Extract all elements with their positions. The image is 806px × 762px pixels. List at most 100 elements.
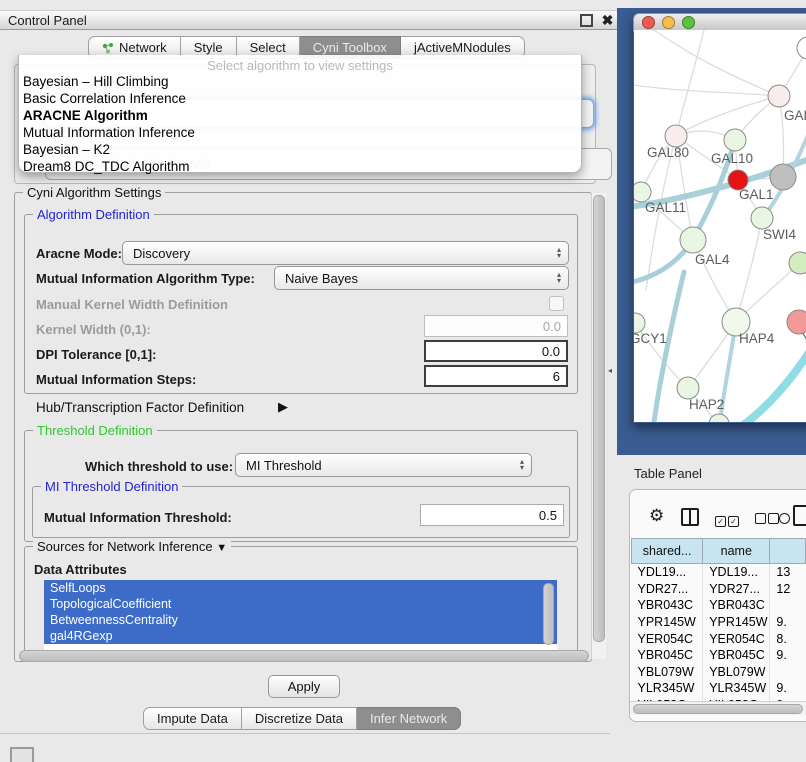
settings-hscrollbar[interactable] bbox=[18, 649, 592, 662]
minimize-traffic-light[interactable] bbox=[662, 16, 675, 29]
network-edge[interactable] bbox=[654, 30, 779, 96]
network-node-hap2[interactable] bbox=[677, 377, 699, 399]
data-attributes-list[interactable]: SelfLoopsTopologicalCoefficientBetweenne… bbox=[44, 580, 557, 650]
table-cell[interactable]: YBR043C bbox=[632, 597, 703, 614]
apply-button[interactable]: Apply bbox=[268, 675, 340, 698]
table-cell[interactable]: YBL079W bbox=[703, 664, 770, 681]
network-node-gal11[interactable] bbox=[634, 182, 651, 202]
network-edge[interactable] bbox=[736, 218, 762, 322]
zoom-traffic-light[interactable] bbox=[682, 16, 695, 29]
settings-hscrollbar-thumb[interactable] bbox=[19, 650, 589, 662]
table-row[interactable]: YPR145WYPR145W9. bbox=[632, 614, 806, 631]
network-node-gal4[interactable] bbox=[680, 227, 706, 253]
settings-scrollbar[interactable] bbox=[591, 193, 606, 659]
column-header-name[interactable]: name bbox=[703, 539, 770, 564]
bottom-tab-discretize-data[interactable]: Discretize Data bbox=[242, 707, 357, 730]
table-cell[interactable]: YDR27... bbox=[632, 581, 703, 598]
expand-right-icon[interactable]: ▶ bbox=[278, 399, 288, 415]
network-node-gal[interactable] bbox=[768, 85, 790, 107]
dropdown-item-aracne-algorithm[interactable]: ARACNE Algorithm bbox=[19, 107, 581, 124]
table-cell[interactable]: YLR345W bbox=[632, 680, 703, 697]
table-cell[interactable]: YPR145W bbox=[632, 614, 703, 631]
network-node[interactable] bbox=[789, 252, 806, 274]
column-header-shared...[interactable]: shared... bbox=[632, 539, 703, 564]
table-cell[interactable]: YDL19... bbox=[703, 564, 770, 581]
close-window-button[interactable]: ✖ bbox=[601, 14, 614, 27]
table-cell[interactable]: 9. bbox=[770, 614, 806, 631]
document-icon[interactable] bbox=[793, 505, 806, 526]
bottom-tab-impute-data[interactable]: Impute Data bbox=[143, 707, 242, 730]
which-threshold-combobox[interactable]: MI Threshold ▴▾ bbox=[235, 453, 532, 477]
table-cell[interactable]: YBR043C bbox=[703, 597, 770, 614]
table-row[interactable]: YBR045CYBR045C9. bbox=[632, 647, 806, 664]
table-hscrollbar-thumb[interactable] bbox=[633, 704, 803, 714]
close-traffic-light[interactable] bbox=[642, 16, 655, 29]
node-label-gal80: GAL80 bbox=[647, 145, 689, 160]
settings-scrollbar-thumb[interactable] bbox=[593, 195, 605, 642]
table-cell[interactable]: 9. bbox=[770, 680, 806, 697]
mi-threshold-input[interactable] bbox=[420, 504, 564, 526]
table-cell[interactable]: YBR045C bbox=[703, 647, 770, 664]
attribute-item-selfloops[interactable]: SelfLoops bbox=[44, 580, 557, 596]
dropdown-item-bayesian-k2[interactable]: Bayesian – K2 bbox=[19, 141, 581, 158]
circle-icon[interactable] bbox=[779, 512, 790, 527]
splitter-handle-icon[interactable]: ◂ bbox=[608, 366, 612, 375]
network-node-gcy1[interactable] bbox=[634, 313, 645, 333]
table-cell[interactable]: YBL079W bbox=[632, 664, 703, 681]
table-cell[interactable]: 13 bbox=[770, 564, 806, 581]
table-cell[interactable]: YPR145W bbox=[703, 614, 770, 631]
dropdown-item-basic-correlation-inference[interactable]: Basic Correlation Inference bbox=[19, 90, 581, 107]
network-edge[interactable] bbox=[676, 30, 704, 136]
dropdown-item-mutual-information-inference[interactable]: Mutual Information Inference bbox=[19, 124, 581, 141]
network-node[interactable] bbox=[797, 37, 806, 59]
expand-down-icon[interactable]: ▼ bbox=[216, 542, 227, 554]
network-node-gal80[interactable] bbox=[665, 125, 687, 147]
table-row[interactable]: YER054CYER054C8. bbox=[632, 630, 806, 647]
attribute-item-gal4rgexp[interactable]: gal4RGexp bbox=[44, 628, 557, 644]
network-edge-highlighted[interactable] bbox=[726, 348, 806, 422]
table-cell[interactable]: YER054C bbox=[632, 630, 703, 647]
table-hscrollbar[interactable] bbox=[630, 701, 806, 715]
aracne-mode-combobox[interactable]: Discovery ▴▾ bbox=[122, 241, 569, 265]
table-row[interactable]: YBL079WYBL079W bbox=[632, 664, 806, 681]
float-window-button[interactable] bbox=[580, 14, 593, 27]
table-cell[interactable]: 9. bbox=[770, 647, 806, 664]
network-view-canvas[interactable]: GALGAL80GAL10GAL1GAL11SWI4GAL4GCY1HAP4YH… bbox=[634, 30, 806, 422]
bottom-tab-infer-network[interactable]: Infer Network bbox=[357, 707, 461, 730]
dpi-tolerance-input[interactable] bbox=[424, 340, 568, 362]
manual-kernel-checkbox[interactable] bbox=[549, 296, 564, 311]
network-edge-highlighted[interactable] bbox=[654, 272, 684, 422]
dropdown-item-bayesian-hill-climbing[interactable]: Bayesian – Hill Climbing bbox=[19, 73, 581, 90]
network-node-swi4[interactable] bbox=[751, 207, 773, 229]
table-cell[interactable]: 12 bbox=[770, 581, 806, 598]
table-row[interactable]: YBR043CYBR043C bbox=[632, 597, 806, 614]
table-cell[interactable]: YBR045C bbox=[632, 647, 703, 664]
attributes-list-scrollbar[interactable] bbox=[543, 582, 554, 646]
dropdown-item-dream8-dc-tdc-algorithm[interactable]: Dream8 DC_TDC Algorithm bbox=[19, 158, 581, 175]
network-node-gal10[interactable] bbox=[724, 129, 746, 151]
table-cell[interactable]: YDL19... bbox=[632, 564, 703, 581]
attribute-item-betweennesscentrality[interactable]: BetweennessCentrality bbox=[44, 612, 557, 628]
table-cell[interactable]: 8. bbox=[770, 630, 806, 647]
column-header-hidden[interactable] bbox=[770, 539, 806, 564]
mi-steps-input[interactable] bbox=[424, 365, 568, 387]
collapsed-panel-icon[interactable] bbox=[10, 747, 34, 762]
gear-icon[interactable]: ⚙ bbox=[649, 506, 664, 526]
columns-icon[interactable] bbox=[681, 508, 699, 526]
table-row[interactable]: YDR27...YDR27...12 bbox=[632, 581, 806, 598]
network-edge[interactable] bbox=[676, 96, 779, 136]
select-checkboxes-icon[interactable]: ✓✓ bbox=[715, 512, 741, 527]
deselect-checkboxes-icon[interactable] bbox=[755, 512, 781, 527]
table-row[interactable]: YLR345WYLR345W9. bbox=[632, 680, 806, 697]
table-cell[interactable] bbox=[770, 664, 806, 681]
table-row[interactable]: YDL19...YDL19...13 bbox=[632, 564, 806, 581]
table-cell[interactable]: YDR27... bbox=[703, 581, 770, 598]
network-node[interactable] bbox=[770, 164, 796, 190]
mi-type-combobox[interactable]: Naive Bayes ▴▾ bbox=[274, 266, 569, 290]
table-cell[interactable] bbox=[770, 597, 806, 614]
table-cell[interactable]: YER054C bbox=[703, 630, 770, 647]
kernel-width-input[interactable] bbox=[424, 315, 568, 337]
table-cell[interactable]: YLR345W bbox=[703, 680, 770, 697]
attribute-item-topologicalcoefficient[interactable]: TopologicalCoefficient bbox=[44, 596, 557, 612]
attributes-scrollbar-thumb[interactable] bbox=[543, 583, 554, 645]
